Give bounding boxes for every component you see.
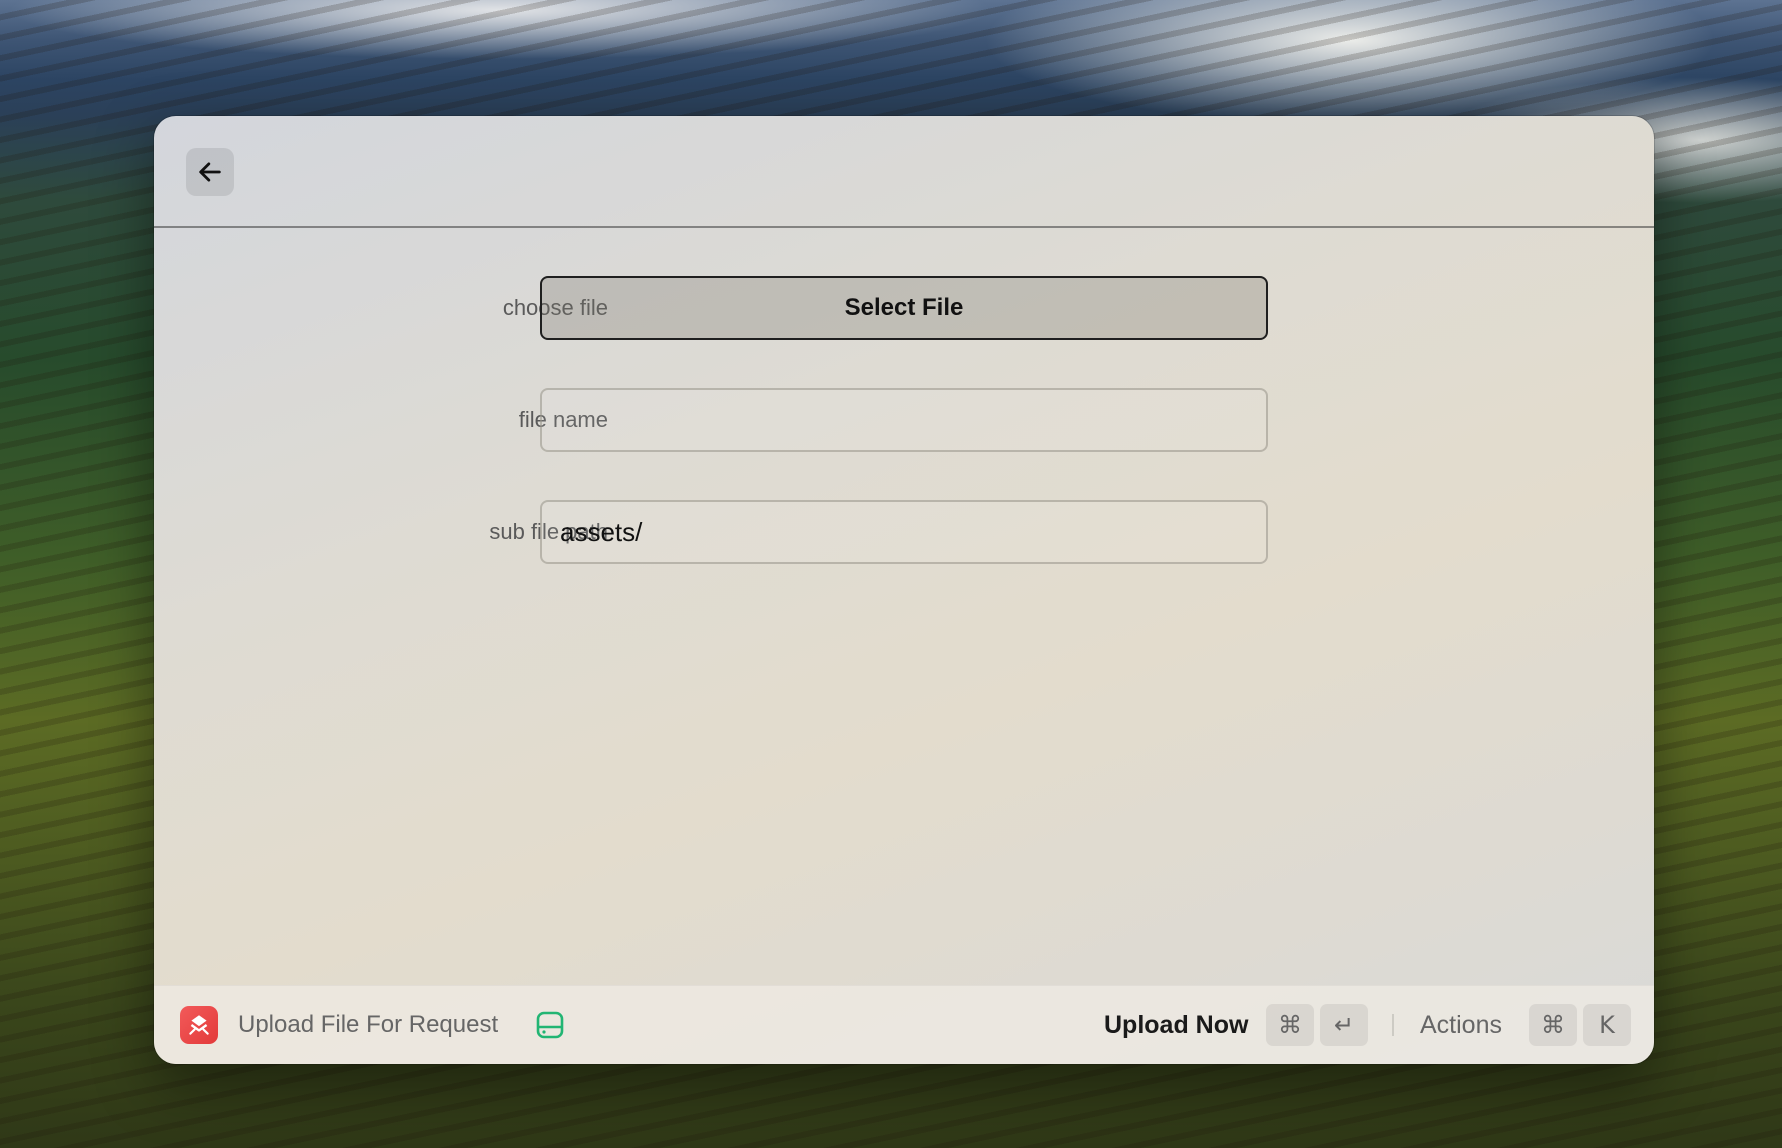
action-bar: Upload File For Request Upload Now ⌘ ↵ A… (154, 985, 1654, 1064)
command-title: Upload File For Request (238, 1011, 499, 1038)
extension-logo-icon (180, 1006, 218, 1044)
arrow-left-icon (199, 162, 221, 182)
command-key-icon: ⌘ (1529, 1004, 1577, 1046)
command-key-icon: ⌘ (1266, 1004, 1314, 1046)
actions-button[interactable]: Actions (1420, 986, 1502, 1064)
return-key-icon: ↵ (1320, 1004, 1368, 1046)
back-button[interactable] (186, 148, 234, 196)
footer-divider (1392, 1014, 1394, 1036)
desktop-background: choose file Select File file name sub fi… (0, 0, 1782, 1148)
select-file-button[interactable]: Select File (540, 276, 1268, 340)
choose-file-row: choose file Select File (154, 276, 1654, 340)
extension-glyph-icon (189, 1015, 209, 1035)
file-name-input[interactable] (540, 388, 1268, 452)
hard-drive-icon (536, 1011, 564, 1039)
sub-file-path-input[interactable] (540, 500, 1268, 564)
file-name-row: file name (154, 388, 1654, 452)
window-header (154, 116, 1654, 228)
k-key-icon: K (1583, 1004, 1631, 1046)
upload-file-window: choose file Select File file name sub fi… (154, 116, 1654, 1064)
sub-file-path-row: sub file path (154, 500, 1654, 564)
upload-now-button[interactable]: Upload Now (1104, 986, 1248, 1064)
